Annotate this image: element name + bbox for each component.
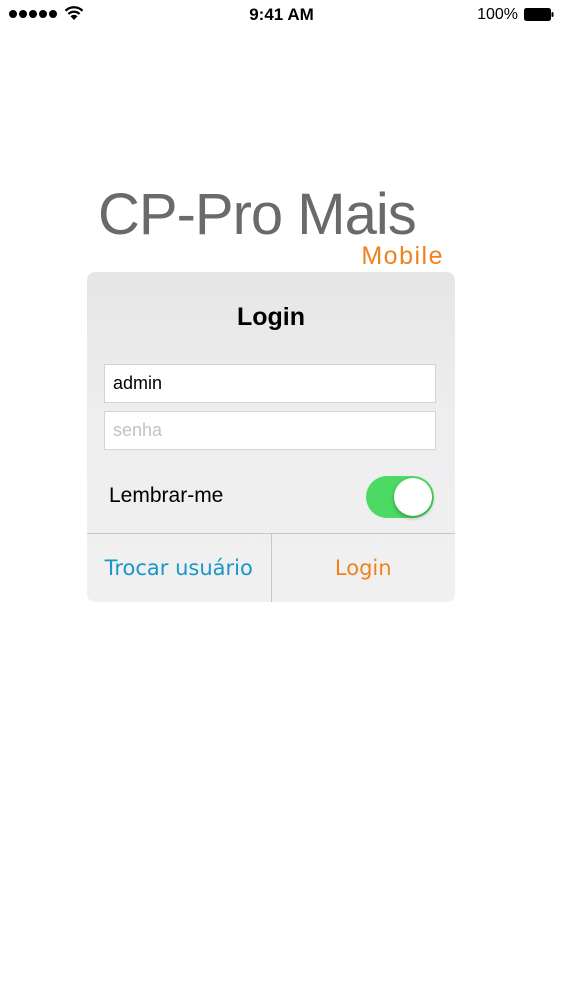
remember-me-toggle[interactable] [366, 476, 434, 518]
battery-percentage: 100% [477, 6, 518, 23]
app-logo: CP-Pro Mais Mobile [98, 180, 448, 272]
login-dialog: Login Lembrar-me Trocar usuário Login [87, 272, 455, 602]
battery-icon [524, 8, 554, 21]
password-field[interactable] [104, 411, 436, 450]
status-bar: 9:41 AM 100% [0, 0, 563, 30]
logo-title: CP-Pro Mais [98, 182, 417, 247]
remember-me-label: Lembrar-me [109, 484, 224, 507]
login-button[interactable]: Login [272, 534, 456, 602]
logo-subtitle: Mobile [361, 242, 444, 270]
dialog-title: Login [236, 303, 306, 331]
dialog-button-row: Trocar usuário Login [87, 533, 455, 602]
username-field[interactable] [104, 364, 436, 403]
switch-user-button[interactable]: Trocar usuário [87, 534, 272, 602]
toggle-knob [394, 478, 432, 516]
